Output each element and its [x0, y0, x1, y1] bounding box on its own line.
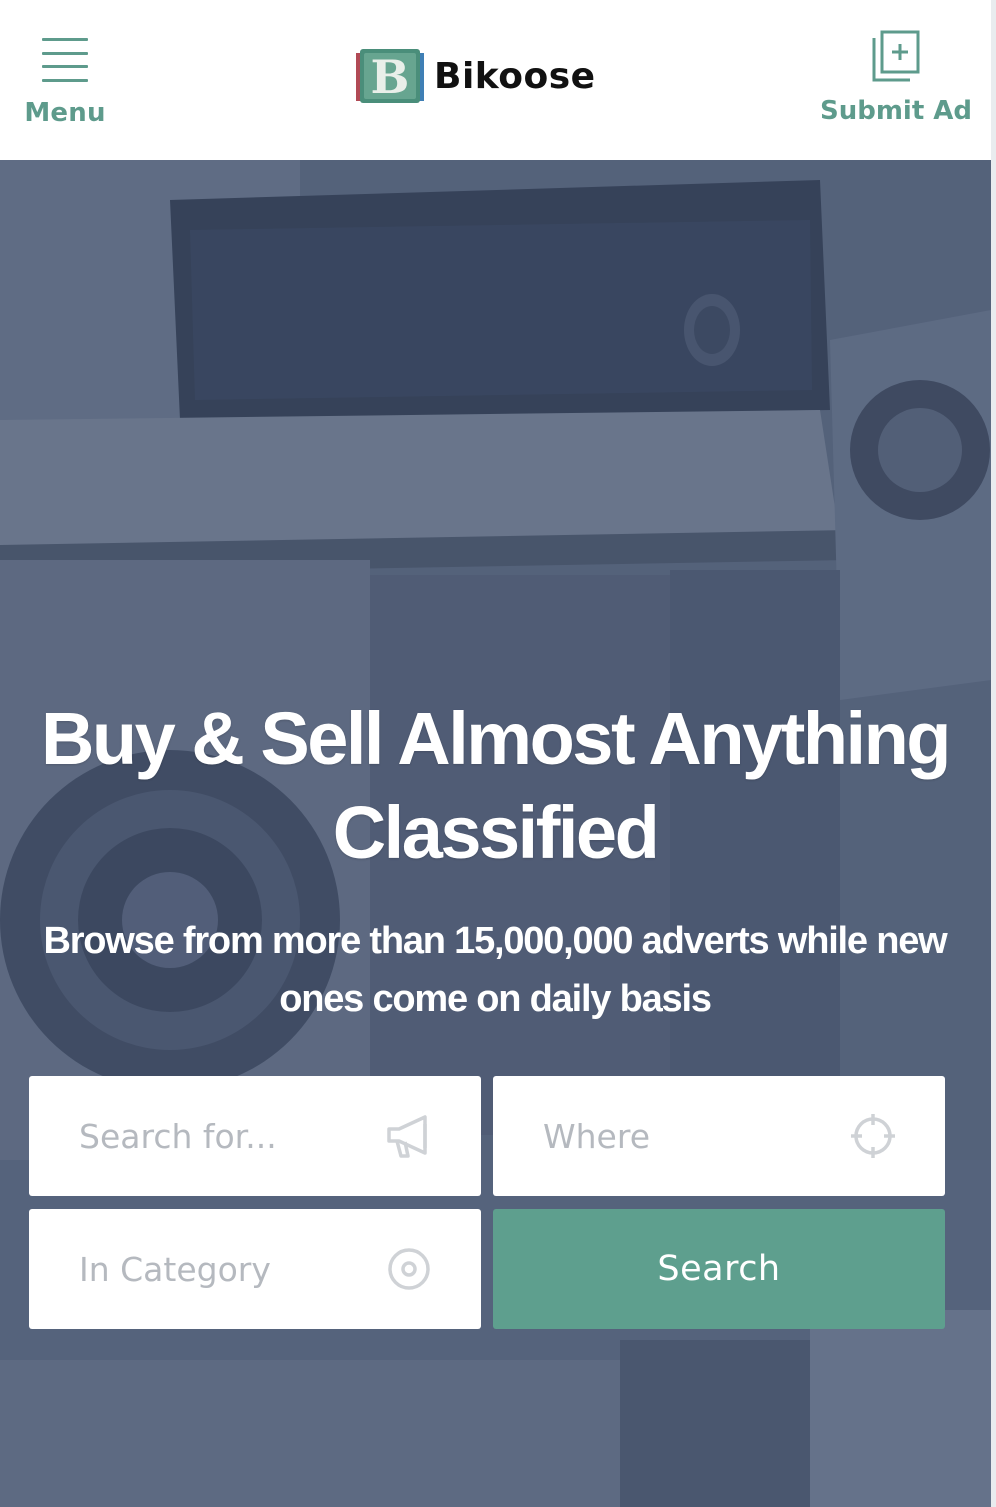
megaphone-icon [387, 1115, 427, 1158]
menu-label: Menu [24, 98, 106, 128]
submit-ad-button[interactable]: Submit Ad [820, 30, 972, 130]
search-input[interactable] [79, 1116, 399, 1156]
search-button[interactable]: Search [493, 1209, 945, 1329]
svg-text:B: B [371, 50, 410, 104]
logo-mark-icon: B [356, 49, 424, 104]
hero-subtitle: Browse from more than 15,000,000 adverts… [43, 920, 947, 1020]
hero-title: Buy & Sell Almost Anything Classified [40, 697, 952, 874]
target-icon [388, 1248, 430, 1290]
crosshair-icon [851, 1114, 895, 1158]
menu-button[interactable]: Menu [24, 36, 106, 132]
site-header: Menu B Bikoose Submit Ad [0, 0, 991, 160]
page-edge [991, 0, 996, 1507]
category-placeholder: In Category [79, 1249, 271, 1289]
page: Menu B Bikoose Submit Ad Buy & Sell Almo… [0, 0, 996, 1507]
add-document-icon [872, 30, 920, 82]
search-keyword-field[interactable] [29, 1076, 481, 1196]
logo-text: Bikoose [434, 55, 596, 97]
hamburger-icon [42, 38, 88, 82]
category-select[interactable]: In Category [29, 1209, 481, 1329]
submit-ad-label: Submit Ad [819, 96, 973, 126]
hero-section: Buy & Sell Almost Anything Classified Br… [0, 160, 991, 1507]
location-input[interactable] [543, 1116, 863, 1156]
site-logo[interactable]: B Bikoose [354, 46, 596, 106]
search-location-field[interactable] [493, 1076, 945, 1196]
